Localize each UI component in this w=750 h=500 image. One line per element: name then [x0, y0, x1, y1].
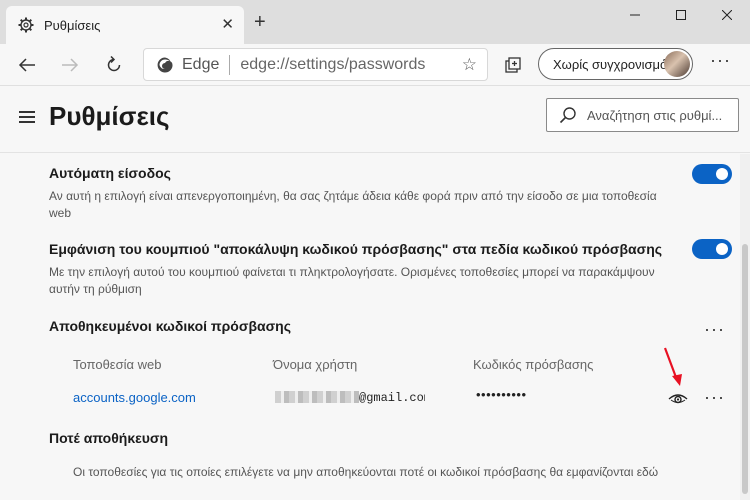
collections-icon[interactable] — [502, 54, 524, 76]
reveal-button-toggle[interactable] — [692, 239, 732, 259]
table-row: accounts.google.com @gmail.com •••••••••… — [0, 382, 740, 414]
forward-icon[interactable] — [59, 54, 81, 76]
site-link[interactable]: accounts.google.com — [73, 390, 196, 405]
settings-header: Ρυθμίσεις — [0, 87, 750, 153]
url-text[interactable]: edge://settings/passwords — [240, 56, 425, 74]
page-title: Ρυθμίσεις — [49, 101, 170, 131]
auto-signin-toggle[interactable] — [692, 164, 732, 184]
never-saved-title: Ποτέ αποθήκευση — [49, 430, 169, 446]
username-value: @gmail.com — [275, 391, 425, 405]
search-input[interactable] — [587, 107, 737, 123]
passwords-settings-content: Αυτόματη είσοδος Αν αυτή η επιλογή είναι… — [0, 154, 740, 500]
profile-button[interactable]: Χωρίς συγχρονισμό — [538, 48, 693, 80]
eye-icon[interactable] — [668, 392, 688, 406]
tab-title: Ρυθμίσεις — [44, 17, 101, 33]
auto-signin-description: Αν αυτή η επιλογή είναι απενεργοποιημένη… — [49, 189, 657, 220]
search-icon — [559, 107, 576, 124]
window-close-icon[interactable] — [704, 0, 750, 30]
tab-settings[interactable]: Ρυθμίσεις ✕ — [6, 6, 244, 44]
refresh-icon[interactable] — [103, 54, 125, 76]
omnibox-brand: Edge — [182, 55, 220, 73]
auto-signin-title: Αυτόματη είσοδος — [49, 165, 171, 181]
scrollbar[interactable] — [740, 154, 750, 500]
back-icon[interactable] — [16, 54, 38, 76]
more-icon[interactable]: ··· — [710, 50, 731, 71]
row-more-icon[interactable]: ··· — [704, 388, 725, 406]
edge-logo-icon — [157, 57, 173, 72]
saved-passwords-more-icon[interactable]: ··· — [704, 320, 725, 338]
password-mask: •••••••••• — [476, 387, 527, 402]
profile-label: Χωρίς συγχρονισμό — [553, 56, 668, 72]
hamburger-menu-icon[interactable] — [19, 111, 35, 123]
reveal-button-description: Με την επιλογή αυτού του κουμπιού φαίνετ… — [49, 265, 655, 296]
reveal-button-title: Εμφάνιση του κουμπιού "αποκάλυψη κωδικού… — [49, 241, 663, 257]
column-header-password: Κωδικός πρόσβασης — [473, 357, 594, 372]
address-bar[interactable]: Edge edge://settings/passwords ☆ — [143, 48, 488, 81]
favorite-star-icon[interactable]: ☆ — [462, 55, 477, 75]
close-icon[interactable]: ✕ — [221, 17, 234, 33]
plus-icon[interactable]: + — [254, 12, 266, 32]
saved-passwords-title: Αποθηκευμένοι κωδικοί πρόσβασης — [49, 318, 291, 334]
column-header-username: Όνομα χρήστη — [273, 357, 358, 372]
settings-search[interactable] — [546, 98, 739, 132]
column-header-site: Τοποθεσία web — [73, 357, 162, 372]
scrollbar-thumb[interactable] — [742, 244, 748, 494]
avatar — [664, 51, 690, 77]
omnibox-divider — [229, 54, 231, 75]
window-controls — [612, 0, 750, 30]
maximize-icon[interactable] — [658, 0, 704, 30]
never-saved-description: Οι τοποθεσίες για τις οποίες επιλέγετε ν… — [73, 465, 659, 479]
username-redaction — [275, 391, 359, 403]
annotation-arrow-icon — [663, 347, 682, 386]
tab-strip: Ρυθμίσεις ✕ + — [0, 0, 750, 44]
gear-icon — [18, 17, 34, 33]
username-suffix: @gmail.com — [359, 391, 425, 405]
minimize-icon[interactable] — [612, 0, 658, 30]
address-toolbar: Edge edge://settings/passwords ☆ Χωρίς σ… — [0, 44, 750, 86]
